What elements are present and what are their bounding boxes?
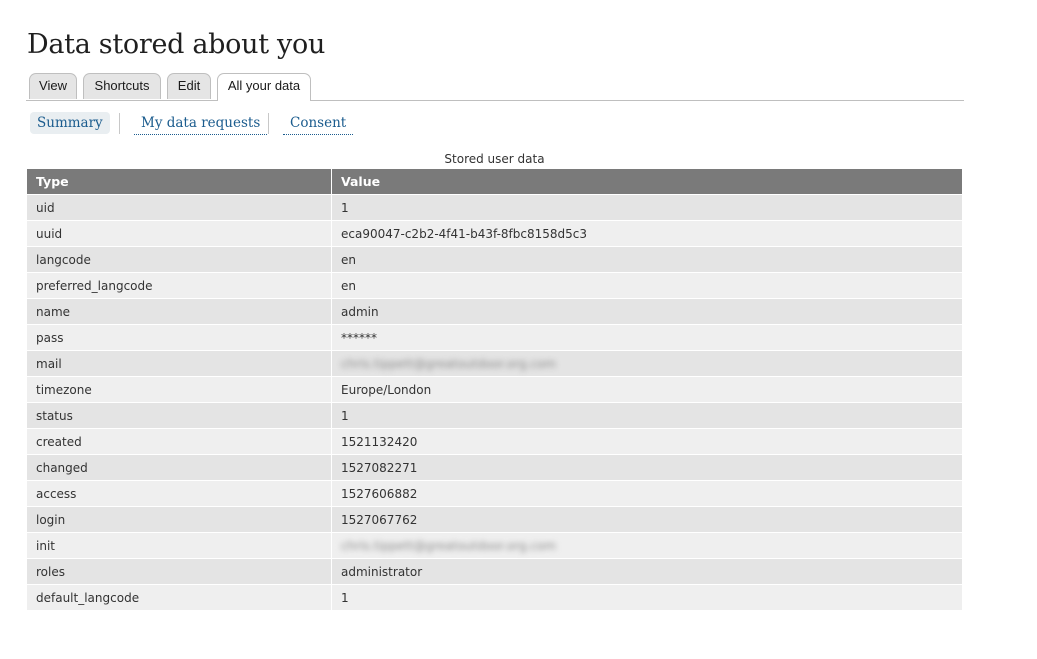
cell-value: admin	[331, 298, 962, 325]
table-row: name admin	[27, 298, 962, 325]
redacted-email: chris.tippett@greatoutdoor.org.com	[341, 356, 557, 371]
cell-type: roles	[27, 558, 332, 585]
cell-value: 1527606882	[331, 480, 962, 507]
table-row: default_langcode 1	[27, 584, 962, 610]
table-row: mail chris.tippett@greatoutdoor.org.com	[27, 350, 962, 377]
cell-value-redacted: chris.tippett@greatoutdoor.org.com	[331, 532, 962, 559]
cell-type: access	[27, 480, 332, 507]
cell-type: langcode	[27, 246, 332, 273]
cell-type: login	[27, 506, 332, 533]
cell-type: uid	[27, 194, 332, 221]
table-row: langcode en	[27, 246, 962, 273]
subtab-divider	[119, 113, 120, 134]
primary-tabs: View Shortcuts Edit All your data	[26, 73, 964, 101]
cell-value: en	[331, 272, 962, 299]
subtab-my-data-requests[interactable]: My data requests	[134, 112, 268, 135]
cell-value: 1	[331, 402, 962, 429]
table-row: preferred_langcode en	[27, 272, 962, 299]
cell-type: init	[27, 532, 332, 559]
table-caption: Stored user data	[444, 152, 545, 166]
table-row: roles administrator	[27, 558, 962, 585]
cell-type: default_langcode	[27, 584, 332, 610]
stored-user-data-table: Type Value uid 1 uuid eca90047-c2b2-4f41-b…	[27, 169, 962, 610]
cell-value: 1521132420	[331, 428, 962, 455]
cell-value: Europe/London	[331, 376, 962, 403]
cell-type: changed	[27, 454, 332, 481]
subtab-divider	[268, 113, 269, 134]
table-row: access 1527606882	[27, 480, 962, 507]
table-row: pass ******	[27, 324, 962, 351]
column-header-value: Value	[331, 169, 962, 195]
cell-value: 1	[331, 584, 962, 610]
tab-edit[interactable]: Edit	[167, 73, 211, 99]
cell-type: mail	[27, 350, 332, 377]
cell-type: name	[27, 298, 332, 325]
cell-type: uuid	[27, 220, 332, 247]
cell-value-redacted: chris.tippett@greatoutdoor.org.com	[331, 350, 962, 377]
redacted-email: chris.tippett@greatoutdoor.org.com	[341, 538, 557, 553]
cell-value: en	[331, 246, 962, 273]
table-row: status 1	[27, 402, 962, 429]
table-row: timezone Europe/London	[27, 376, 962, 403]
table-row: uid 1	[27, 194, 962, 221]
cell-type: pass	[27, 324, 332, 351]
tab-shortcuts[interactable]: Shortcuts	[83, 73, 161, 99]
column-header-type: Type	[27, 169, 332, 195]
page-title: Data stored about you	[27, 29, 326, 60]
table-row: changed 1527082271	[27, 454, 962, 481]
tab-view[interactable]: View	[29, 73, 77, 99]
table-row: init chris.tippett@greatoutdoor.org.com	[27, 532, 962, 559]
cell-type: created	[27, 428, 332, 455]
cell-value: 1527082271	[331, 454, 962, 481]
cell-value: administrator	[331, 558, 962, 585]
table-header-row: Type Value	[27, 169, 962, 195]
cell-value: ******	[331, 324, 962, 351]
cell-type: status	[27, 402, 332, 429]
cell-value: 1527067762	[331, 506, 962, 533]
subtab-summary[interactable]: Summary	[30, 112, 110, 134]
cell-value: eca90047-c2b2-4f41-b43f-8fbc8158d5c3	[331, 220, 962, 247]
tab-all-your-data[interactable]: All your data	[217, 73, 311, 101]
table-row: created 1521132420	[27, 428, 962, 455]
table-row: uuid eca90047-c2b2-4f41-b43f-8fbc8158d5c3	[27, 220, 962, 247]
subtab-consent[interactable]: Consent	[283, 112, 354, 135]
table-row: login 1527067762	[27, 506, 962, 533]
cell-value: 1	[331, 194, 962, 221]
cell-type: preferred_langcode	[27, 272, 332, 299]
cell-type: timezone	[27, 376, 332, 403]
